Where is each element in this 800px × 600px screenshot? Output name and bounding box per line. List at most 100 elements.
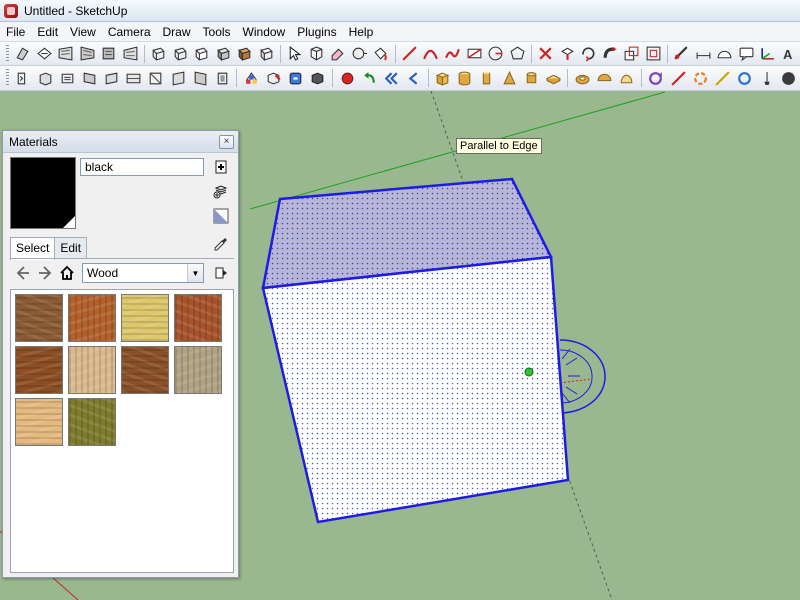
wood-tile-7[interactable] bbox=[121, 346, 169, 394]
wood-tile-8[interactable] bbox=[174, 346, 222, 394]
share-model-icon[interactable] bbox=[286, 68, 306, 88]
wood-tile-1[interactable] bbox=[15, 294, 63, 342]
top-view-icon[interactable] bbox=[34, 44, 54, 64]
create-material-button[interactable] bbox=[211, 157, 231, 177]
zoom-extents-icon[interactable] bbox=[146, 68, 166, 88]
menu-draw[interactable]: Draw bbox=[157, 22, 197, 42]
offset-tool-icon[interactable] bbox=[643, 44, 663, 64]
forward-button[interactable] bbox=[34, 263, 56, 283]
previous-view-icon[interactable] bbox=[168, 68, 188, 88]
arc-tool-icon[interactable] bbox=[421, 44, 441, 64]
text-tool-icon[interactable] bbox=[736, 44, 756, 64]
push-pull-icon[interactable] bbox=[557, 44, 577, 64]
menu-help[interactable]: Help bbox=[343, 22, 380, 42]
polygon-tool-icon[interactable] bbox=[507, 44, 527, 64]
dimension-tool-icon[interactable] bbox=[693, 44, 713, 64]
materials-library-button[interactable] bbox=[211, 181, 231, 201]
walk-icon[interactable] bbox=[13, 68, 33, 88]
3d-text-icon[interactable]: A bbox=[780, 44, 800, 64]
pipe-solid-icon[interactable] bbox=[521, 68, 541, 88]
undo-arrow-icon[interactable] bbox=[359, 68, 379, 88]
move-tool-icon[interactable] bbox=[536, 44, 556, 64]
cylinder-solid-icon[interactable] bbox=[455, 68, 475, 88]
menu-tools[interactable]: Tools bbox=[197, 22, 237, 42]
tube-solid-icon[interactable] bbox=[477, 68, 497, 88]
hidden-line-style-icon[interactable] bbox=[192, 44, 212, 64]
record-icon[interactable] bbox=[337, 68, 357, 88]
axes-tool-icon[interactable] bbox=[758, 44, 778, 64]
home-button[interactable] bbox=[56, 263, 78, 283]
material-name-field[interactable] bbox=[80, 158, 204, 176]
menu-camera[interactable]: Camera bbox=[102, 22, 157, 42]
right-view-icon[interactable] bbox=[77, 44, 97, 64]
google-earth-icon[interactable] bbox=[241, 68, 261, 88]
follow-me-icon[interactable] bbox=[600, 44, 620, 64]
wood-tile-4[interactable] bbox=[174, 294, 222, 342]
dark-sphere-icon[interactable] bbox=[779, 68, 799, 88]
menu-window[interactable]: Window bbox=[237, 22, 292, 42]
wood-tile-6[interactable] bbox=[68, 346, 116, 394]
scale-tool-icon[interactable] bbox=[622, 44, 642, 64]
blue-spin-icon[interactable] bbox=[734, 68, 754, 88]
wood-tile-5[interactable] bbox=[15, 346, 63, 394]
box-solid-icon[interactable] bbox=[433, 68, 453, 88]
protractor-tool-icon[interactable] bbox=[715, 44, 735, 64]
shaded-style-icon[interactable] bbox=[214, 44, 234, 64]
yellow-line-icon[interactable] bbox=[712, 68, 732, 88]
shaded-textures-style-icon[interactable] bbox=[235, 44, 255, 64]
menu-view[interactable]: View bbox=[64, 22, 102, 42]
materials-header[interactable]: Materials × bbox=[3, 131, 238, 153]
next-view-icon[interactable] bbox=[190, 68, 210, 88]
wood-tile-2[interactable] bbox=[68, 294, 116, 342]
wood-tile-3[interactable] bbox=[121, 294, 169, 342]
tab-select[interactable]: Select bbox=[10, 237, 56, 260]
wireframe-style-icon[interactable] bbox=[170, 44, 190, 64]
red-line-icon[interactable] bbox=[668, 68, 688, 88]
toolbar-grip[interactable] bbox=[6, 69, 9, 87]
look-around-icon[interactable] bbox=[35, 68, 55, 88]
paint-bucket-icon[interactable] bbox=[371, 44, 391, 64]
menu-edit[interactable]: Edit bbox=[31, 22, 64, 42]
get-models-icon[interactable] bbox=[264, 68, 284, 88]
orbit-icon[interactable] bbox=[57, 68, 77, 88]
paintbrush-icon[interactable] bbox=[757, 68, 777, 88]
tape-tool-icon[interactable] bbox=[672, 44, 692, 64]
zoom-window-icon[interactable] bbox=[124, 68, 144, 88]
xray-style-icon[interactable] bbox=[149, 44, 169, 64]
iso-view-icon[interactable] bbox=[13, 44, 33, 64]
eraser-icon[interactable] bbox=[328, 44, 348, 64]
rewind-icon[interactable] bbox=[381, 68, 401, 88]
tab-edit[interactable]: Edit bbox=[54, 237, 88, 259]
tape-measure-icon[interactable] bbox=[350, 44, 370, 64]
front-view-icon[interactable] bbox=[56, 44, 76, 64]
hemisphere-solid-icon[interactable] bbox=[595, 68, 615, 88]
share-component-icon[interactable] bbox=[308, 68, 328, 88]
rotate-tool-icon[interactable] bbox=[579, 44, 599, 64]
orange-spin-icon[interactable] bbox=[690, 68, 710, 88]
menu-plugins[interactable]: Plugins bbox=[291, 22, 342, 42]
zoom-icon[interactable] bbox=[102, 68, 122, 88]
wood-tile-9[interactable] bbox=[15, 398, 63, 446]
component-icon[interactable] bbox=[307, 44, 327, 64]
line-tool-icon[interactable] bbox=[400, 44, 420, 64]
back-button[interactable] bbox=[12, 263, 34, 283]
orbit-arrows-icon[interactable] bbox=[646, 68, 666, 88]
default-material-button[interactable] bbox=[211, 206, 231, 226]
rectangle-tool-icon[interactable] bbox=[464, 44, 484, 64]
section-plane-icon[interactable] bbox=[212, 68, 232, 88]
wood-tile-10[interactable] bbox=[68, 398, 116, 446]
pan-icon[interactable] bbox=[79, 68, 99, 88]
step-back-icon[interactable] bbox=[403, 68, 423, 88]
sample-paint-button[interactable] bbox=[211, 234, 231, 254]
dome-solid-icon[interactable] bbox=[617, 68, 637, 88]
cone-solid-icon[interactable] bbox=[499, 68, 519, 88]
left-view-icon[interactable] bbox=[120, 44, 140, 64]
details-button[interactable] bbox=[210, 263, 232, 283]
box-front-face[interactable] bbox=[261, 255, 570, 524]
slab-solid-icon[interactable] bbox=[543, 68, 563, 88]
monochrome-style-icon[interactable] bbox=[257, 44, 277, 64]
current-material-swatch[interactable] bbox=[10, 157, 76, 229]
circle-tool-icon[interactable] bbox=[486, 44, 506, 64]
chevron-down-icon[interactable]: ▼ bbox=[187, 264, 203, 282]
menu-file[interactable]: File bbox=[0, 22, 31, 42]
